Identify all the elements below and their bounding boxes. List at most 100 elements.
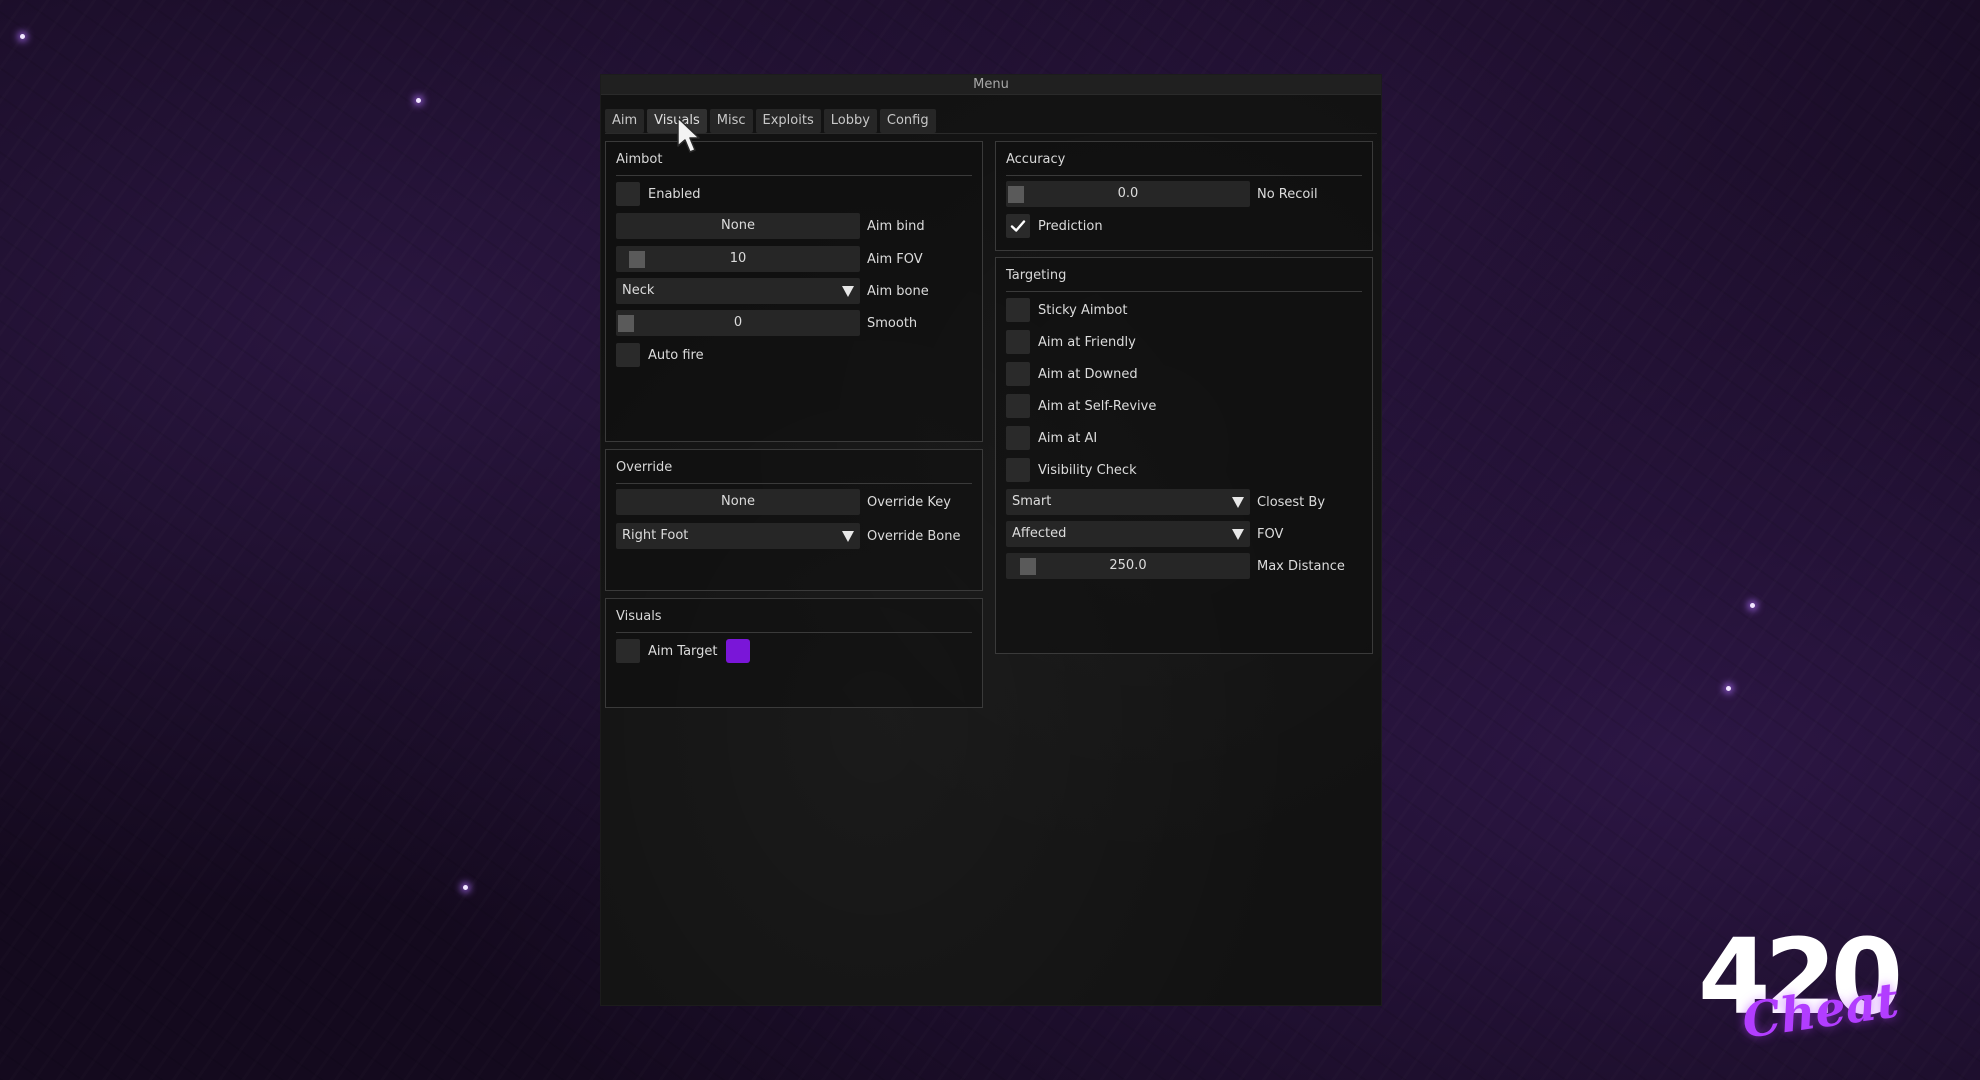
- prediction-row: Prediction: [1006, 214, 1103, 238]
- override-key-button[interactable]: None: [616, 489, 860, 515]
- tab-config[interactable]: Config: [879, 109, 936, 133]
- smooth-row: 0 Smooth: [616, 310, 918, 336]
- aim-bind-row: None Aim bind: [616, 213, 925, 239]
- override-bone-value: Right Foot: [622, 528, 689, 543]
- tab-aim[interactable]: Aim: [605, 109, 645, 133]
- tab-bar: Aim Visuals Misc Exploits Lobby Config: [605, 109, 936, 133]
- tab-misc[interactable]: Misc: [709, 109, 753, 133]
- no-recoil-row: 0.0 No Recoil: [1006, 181, 1318, 207]
- background-spark: [463, 885, 468, 890]
- aim-target-label: Aim Target: [648, 643, 718, 659]
- menu-window: Menu Aim Visuals Misc Exploits Lobby Con…: [600, 74, 1382, 1006]
- targeting-group: Targeting Sticky Aimbot Aim at Friendly …: [995, 257, 1373, 654]
- aim-fov-label: Aim FOV: [867, 251, 923, 267]
- aim-bone-label: Aim bone: [867, 283, 929, 299]
- tab-lobby[interactable]: Lobby: [823, 109, 877, 133]
- aim-target-checkbox[interactable]: [616, 639, 640, 663]
- aim-fov-value: 10: [729, 251, 747, 266]
- override-bone-label: Override Bone: [867, 528, 961, 544]
- aim-at-friendly-checkbox[interactable]: [1006, 330, 1030, 354]
- dropdown-arrow-icon: [842, 286, 854, 297]
- aim-fov-row: 10 Aim FOV: [616, 246, 923, 272]
- override-key-label: Override Key: [867, 494, 951, 510]
- aim-bind-label: Aim bind: [867, 218, 925, 234]
- group-separator: [1006, 175, 1362, 176]
- prediction-checkbox[interactable]: [1006, 214, 1030, 238]
- override-key-row: None Override Key: [616, 489, 951, 515]
- fov-row: Affected FOV: [1006, 521, 1284, 547]
- override-key-value: None: [721, 494, 755, 509]
- visuals-group: Visuals Aim Target: [605, 598, 983, 708]
- aim-at-self-revive-checkbox[interactable]: [1006, 394, 1030, 418]
- closest-by-label: Closest By: [1257, 494, 1326, 510]
- group-separator: [616, 483, 972, 484]
- fov-value: Affected: [1012, 526, 1067, 541]
- aim-bind-button[interactable]: None: [616, 213, 860, 239]
- group-separator: [1006, 291, 1362, 292]
- fov-dropdown[interactable]: Affected: [1006, 521, 1250, 547]
- background-spark: [1726, 686, 1731, 691]
- dropdown-arrow-icon: [842, 531, 854, 542]
- closest-by-value: Smart: [1012, 494, 1052, 509]
- override-group: Override None Override Key Right Foot Ov…: [605, 449, 983, 591]
- aim-at-self-revive-label: Aim at Self-Revive: [1038, 398, 1157, 414]
- aimbot-group: Aimbot Enabled None Aim bind 10 Aim FOV …: [605, 141, 983, 442]
- aim-at-downed-checkbox[interactable]: [1006, 362, 1030, 386]
- visibility-check-label: Visibility Check: [1038, 462, 1137, 478]
- aim-at-ai-checkbox[interactable]: [1006, 426, 1030, 450]
- accuracy-group: Accuracy 0.0 No Recoil Prediction: [995, 141, 1373, 251]
- checkmark-icon: [1010, 220, 1026, 232]
- closest-by-dropdown[interactable]: Smart: [1006, 489, 1250, 515]
- auto-fire-checkbox[interactable]: [616, 343, 640, 367]
- visuals-group-title: Visuals: [616, 609, 662, 624]
- override-bone-row: Right Foot Override Bone: [616, 523, 961, 549]
- aimbot-group-title: Aimbot: [616, 152, 663, 167]
- aim-target-row: Aim Target: [616, 639, 750, 663]
- closest-by-row: Smart Closest By: [1006, 489, 1326, 515]
- enabled-row: Enabled: [616, 182, 701, 206]
- max-distance-slider[interactable]: 250.0: [1006, 553, 1250, 579]
- dropdown-arrow-icon: [1232, 529, 1244, 540]
- aim-at-friendly-row: Aim at Friendly: [1006, 330, 1136, 354]
- sticky-aimbot-row: Sticky Aimbot: [1006, 298, 1127, 322]
- aim-at-friendly-label: Aim at Friendly: [1038, 334, 1136, 350]
- max-distance-label: Max Distance: [1257, 558, 1345, 574]
- tab-divider: [605, 133, 1377, 134]
- group-separator: [616, 175, 972, 176]
- aim-fov-slider[interactable]: 10: [616, 246, 860, 272]
- override-bone-dropdown[interactable]: Right Foot: [616, 523, 860, 549]
- aim-bone-row: Neck Aim bone: [616, 278, 929, 304]
- enabled-label: Enabled: [648, 186, 701, 202]
- enabled-checkbox[interactable]: [616, 182, 640, 206]
- targeting-group-title: Targeting: [1006, 268, 1067, 283]
- aim-at-ai-row: Aim at AI: [1006, 426, 1097, 450]
- background-spark: [20, 34, 25, 39]
- max-distance-row: 250.0 Max Distance: [1006, 553, 1345, 579]
- aim-bind-value: None: [721, 218, 755, 233]
- brand-logo: 420 Cheat: [1698, 925, 1924, 1050]
- accuracy-group-title: Accuracy: [1006, 152, 1066, 167]
- sticky-aimbot-label: Sticky Aimbot: [1038, 302, 1128, 318]
- override-group-title: Override: [616, 460, 673, 475]
- aim-at-downed-row: Aim at Downed: [1006, 362, 1138, 386]
- smooth-label: Smooth: [867, 315, 918, 331]
- aim-bone-dropdown[interactable]: Neck: [616, 278, 860, 304]
- no-recoil-value: 0.0: [1117, 186, 1139, 201]
- aim-at-downed-label: Aim at Downed: [1038, 366, 1138, 382]
- visibility-check-checkbox[interactable]: [1006, 458, 1030, 482]
- aim-at-ai-label: Aim at AI: [1038, 430, 1098, 446]
- sticky-aimbot-checkbox[interactable]: [1006, 298, 1030, 322]
- no-recoil-slider[interactable]: 0.0: [1006, 181, 1250, 207]
- aim-bone-value: Neck: [622, 283, 655, 298]
- auto-fire-row: Auto fire: [616, 343, 704, 367]
- prediction-label: Prediction: [1038, 218, 1103, 234]
- mouse-cursor-icon: [677, 117, 700, 153]
- fov-label: FOV: [1257, 526, 1284, 542]
- tab-exploits[interactable]: Exploits: [755, 109, 821, 133]
- max-distance-value: 250.0: [1109, 558, 1147, 573]
- aim-target-color-swatch[interactable]: [725, 639, 750, 663]
- smooth-slider[interactable]: 0: [616, 310, 860, 336]
- background-spark: [1750, 603, 1755, 608]
- aim-at-self-revive-row: Aim at Self-Revive: [1006, 394, 1156, 418]
- no-recoil-label: No Recoil: [1257, 186, 1318, 202]
